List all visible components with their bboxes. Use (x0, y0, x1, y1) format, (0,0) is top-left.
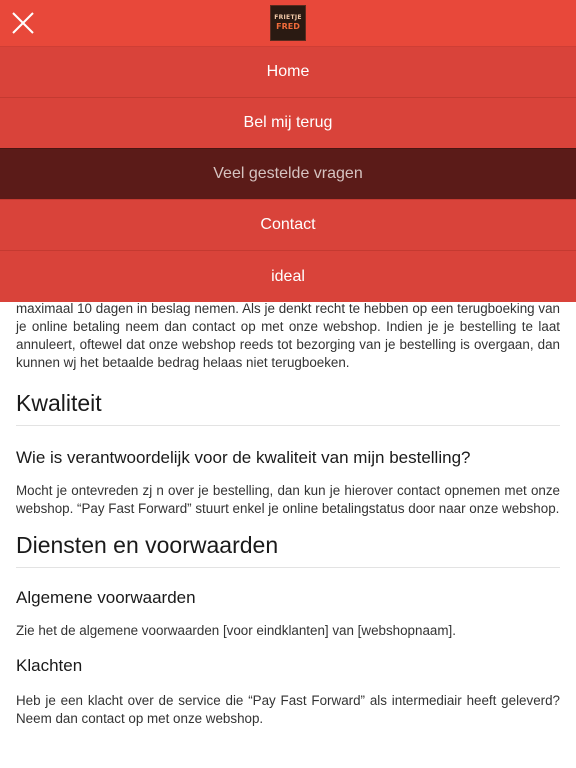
subtitle-algemene-voorwaarden: Algemene voorwaarden (16, 588, 196, 607)
brand-logo[interactable]: FRIETJE FRED (270, 5, 306, 41)
section-title-kwaliteit: Kwaliteit (16, 390, 560, 426)
section-title-diensten: Diensten en voorwaarden (16, 532, 560, 568)
menu-item-contact[interactable]: Contact (0, 199, 576, 250)
menu-item-bel-mij-terug[interactable]: Bel mij terug (0, 97, 576, 148)
subtitle-klachten: Klachten (16, 656, 83, 675)
logo-line-2: FRED (276, 22, 300, 31)
nav-menu: Home Bel mij terug Veel gestelde vragen … (0, 46, 576, 302)
menu-item-ideal[interactable]: ideal (0, 250, 576, 302)
page-content: maximaal 10 dagen in beslag nemen. Als j… (16, 300, 560, 728)
top-bar: FRIETJE FRED (0, 0, 576, 46)
algemene-voorwaarden-text: Zie het de algemene voorwaarden [voor ei… (16, 623, 456, 638)
answer-kwaliteit: Mocht je ontevreden zj n over je bestell… (16, 483, 560, 516)
menu-item-home[interactable]: Home (0, 46, 576, 97)
logo-line-1: FRIETJE (274, 14, 302, 21)
klachten-text: Heb je een klacht over de service die “P… (16, 693, 560, 726)
close-icon[interactable] (8, 8, 38, 38)
question-kwaliteit: Wie is verantwoordelijk voor de kwalitei… (16, 448, 471, 467)
menu-item-faq[interactable]: Veel gestelde vragen (0, 148, 576, 199)
refund-paragraph: maximaal 10 dagen in beslag nemen. Als j… (16, 301, 560, 370)
